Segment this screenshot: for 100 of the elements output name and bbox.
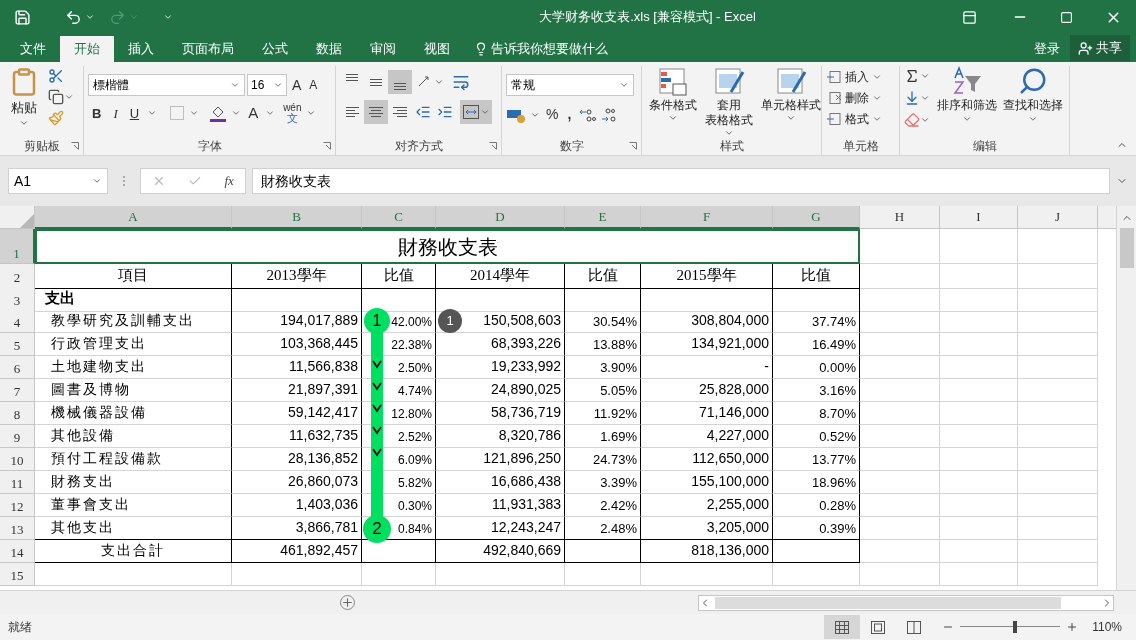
autosum-icon[interactable] — [904, 68, 920, 84]
zoom-slider[interactable] — [960, 621, 1061, 633]
decrease-indent-icon[interactable] — [415, 104, 431, 120]
maximize-icon[interactable] — [1060, 10, 1073, 24]
cells-button[interactable]: 删除 — [826, 89, 882, 107]
zoom-thumb[interactable] — [1013, 621, 1018, 633]
caret-icon[interactable] — [92, 176, 102, 186]
row-header[interactable]: 11 — [0, 471, 35, 494]
fill-icon[interactable] — [904, 90, 920, 106]
customize-toolbar-icon[interactable] — [163, 12, 173, 22]
column-header[interactable]: I — [940, 206, 1018, 229]
sort-filter-button[interactable]: 排序和筛选 — [934, 66, 1000, 138]
add-sheet-icon[interactable] — [340, 595, 355, 610]
formula-input[interactable]: 財務收支表 — [252, 168, 1110, 194]
style-button[interactable]: 条件格式 — [646, 66, 700, 138]
row-header[interactable]: 14 — [0, 540, 35, 563]
fill-color-icon[interactable] — [209, 104, 228, 123]
phonetic-guide-text[interactable]: 文 — [286, 113, 298, 125]
zoom-level[interactable]: 110% — [1092, 618, 1122, 636]
caret-icon[interactable] — [872, 114, 882, 124]
caret-icon[interactable] — [920, 93, 930, 103]
dialog-launcher-icon[interactable] — [323, 142, 331, 150]
caret-icon[interactable] — [64, 92, 74, 102]
cells-button[interactable]: 插入 — [826, 68, 882, 86]
scroll-thumb[interactable] — [1119, 228, 1134, 268]
column-header[interactable]: E — [565, 206, 641, 229]
tell-me-field[interactable]: 告诉我你想要做什么 — [491, 39, 608, 59]
eraser-icon[interactable] — [904, 112, 920, 128]
horizontal-scrollbar[interactable] — [698, 594, 1114, 611]
paste-button[interactable]: 粘贴 — [4, 66, 44, 138]
zoom-in-icon[interactable] — [1066, 621, 1079, 633]
ribbon-tab[interactable]: 公式 — [248, 36, 302, 62]
scroll-thumb[interactable] — [715, 596, 1061, 609]
style-button[interactable]: 套用 表格格式 — [702, 66, 756, 138]
caret-icon[interactable] — [786, 113, 796, 123]
center-align-button[interactable] — [364, 100, 388, 124]
ribbon-tab[interactable]: 页面布局 — [168, 36, 248, 62]
sign-in-link[interactable]: 登录 — [1034, 36, 1060, 62]
comma-button[interactable]: , — [564, 104, 575, 125]
merge-center-button[interactable] — [460, 100, 492, 124]
increase-decimal-icon[interactable] — [578, 106, 597, 123]
row-header[interactable]: 8 — [0, 402, 35, 425]
copy-icon[interactable] — [48, 89, 64, 105]
caret-icon[interactable] — [434, 77, 444, 87]
ribbon-tab[interactable]: 开始 — [60, 36, 114, 62]
increase-indent-icon[interactable] — [437, 104, 453, 120]
bottom-align-button[interactable] — [388, 70, 412, 94]
font-name-field[interactable]: 標楷體 — [88, 74, 245, 96]
number-format-field[interactable]: 常规 — [506, 74, 634, 96]
phonetic-guide-text[interactable]: wén — [283, 102, 302, 114]
column-header[interactable]: C — [362, 206, 436, 229]
shrink-font-button[interactable]: A — [306, 76, 321, 94]
column-header[interactable]: F — [641, 206, 773, 229]
row-header[interactable]: 7 — [0, 379, 35, 402]
ribbon-tab[interactable]: 审阅 — [356, 36, 410, 62]
caret-icon[interactable] — [962, 114, 972, 124]
ribbon-tab[interactable]: 数据 — [302, 36, 356, 62]
column-header[interactable]: B — [232, 206, 362, 229]
row-header[interactable]: 3 — [0, 287, 35, 312]
format-painter-icon[interactable] — [48, 110, 64, 126]
caret-icon[interactable] — [920, 71, 930, 81]
caret-icon[interactable] — [872, 72, 882, 82]
ribbon-display-icon[interactable] — [962, 9, 977, 25]
caret-icon[interactable] — [668, 113, 678, 123]
ribbon-tab[interactable]: 文件 — [6, 36, 60, 62]
column-header[interactable]: A — [35, 206, 232, 229]
grow-font-button[interactable]: A — [289, 74, 305, 96]
cut-icon[interactable] — [48, 68, 64, 84]
ribbon-tab[interactable]: 插入 — [114, 36, 168, 62]
row-header[interactable]: 9 — [0, 425, 35, 448]
style-button[interactable]: 单元格样式 — [758, 66, 824, 138]
save-icon[interactable] — [14, 8, 31, 26]
column-header[interactable]: H — [860, 206, 940, 229]
insert-function-button[interactable]: fx — [224, 171, 234, 191]
normal-view-button[interactable] — [824, 615, 861, 639]
wrap-text-icon[interactable] — [452, 73, 470, 91]
row-header[interactable]: 5 — [0, 333, 35, 356]
row-header[interactable]: 13 — [0, 517, 35, 540]
caret-icon[interactable] — [1028, 114, 1038, 124]
dialog-launcher-icon[interactable] — [489, 142, 497, 150]
row-header[interactable]: 2 — [0, 264, 35, 289]
row-header[interactable]: 10 — [0, 448, 35, 471]
caret-icon[interactable] — [273, 80, 283, 90]
underline-button[interactable]: U — [125, 103, 144, 123]
share-button[interactable]: 共享 — [1070, 35, 1130, 61]
column-header[interactable]: D — [436, 206, 565, 229]
percent-button[interactable]: % — [544, 104, 561, 125]
caret-icon[interactable] — [230, 80, 240, 90]
enter-icon[interactable] — [188, 174, 203, 188]
vertical-scrollbar[interactable] — [1116, 206, 1136, 590]
row-header[interactable]: 1 — [0, 229, 35, 264]
row-header[interactable]: 6 — [0, 356, 35, 379]
cells-button[interactable]: 格式 — [826, 110, 882, 128]
caret-icon[interactable] — [724, 128, 734, 138]
decrease-decimal-icon[interactable] — [600, 106, 619, 123]
borders-icon[interactable] — [169, 105, 186, 122]
row-header[interactable]: 4 — [0, 310, 35, 333]
row-header[interactable]: 15 — [0, 563, 35, 586]
caret-icon[interactable] — [85, 12, 95, 22]
font-size-field[interactable]: 16 — [247, 74, 287, 96]
